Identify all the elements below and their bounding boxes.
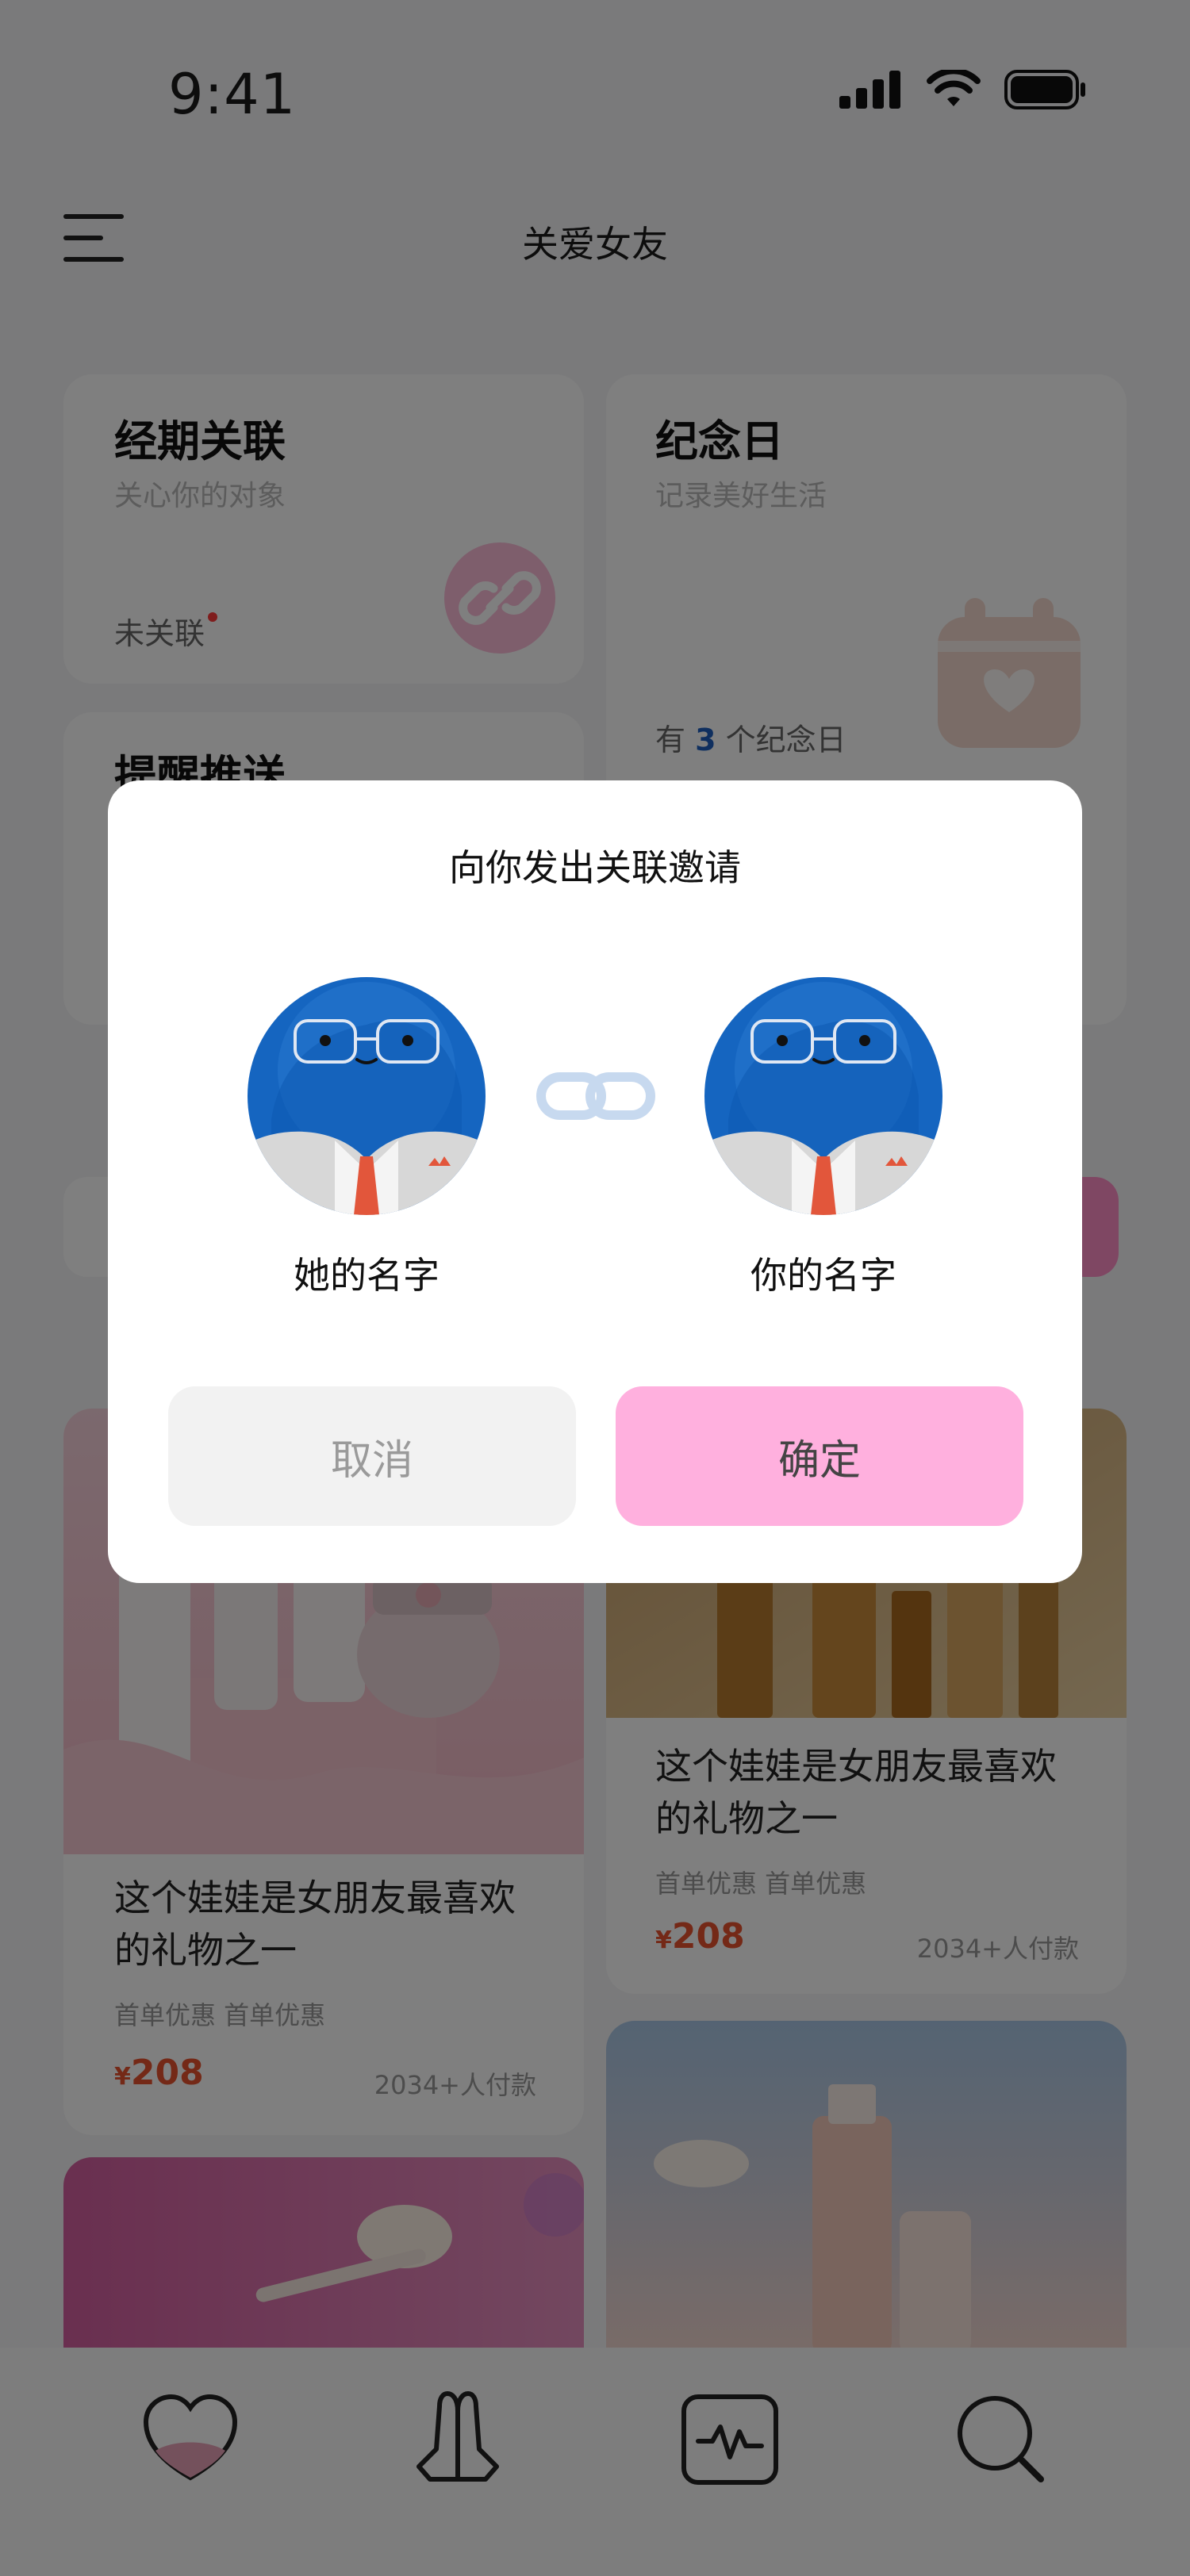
my-name: 你的名字 xyxy=(750,1254,896,1297)
her-name: 她的名字 xyxy=(294,1254,440,1297)
cancel-button[interactable]: 取消 xyxy=(168,1386,576,1526)
her-avatar xyxy=(248,977,486,1215)
link-invite-dialog: 向你发出关联邀请 她的名字 你的名字 取消 确定 xyxy=(108,780,1082,1583)
chain-link-icon xyxy=(536,1071,655,1125)
my-avatar xyxy=(704,977,942,1215)
confirm-button[interactable]: 确定 xyxy=(616,1386,1023,1526)
dialog-title: 向你发出关联邀请 xyxy=(449,846,741,889)
